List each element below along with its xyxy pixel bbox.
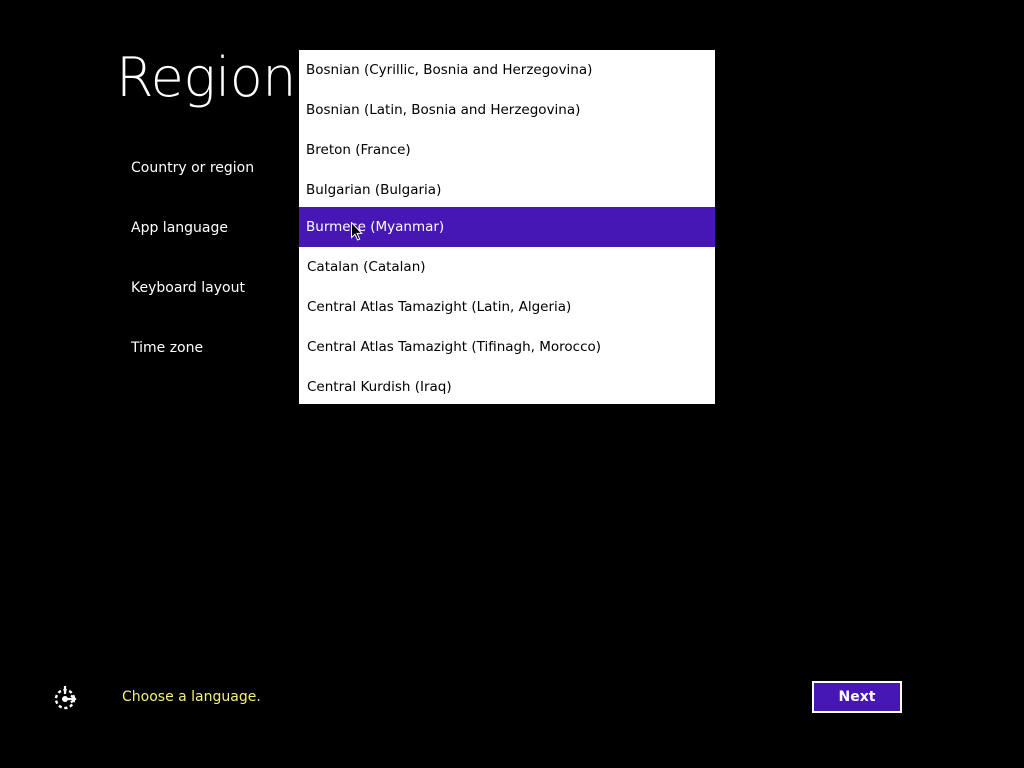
ease-of-access-icon[interactable] bbox=[52, 684, 80, 712]
setup-screen: Region Country or region App language Ke… bbox=[0, 0, 1024, 768]
mouse-pointer-icon bbox=[351, 222, 363, 241]
page-title: Region bbox=[116, 46, 297, 109]
list-item[interactable]: Central Kurdish (Iraq) bbox=[299, 367, 715, 404]
list-item[interactable]: Bosnian (Latin, Bosnia and Herzegovina) bbox=[299, 90, 715, 130]
list-item[interactable]: Bosnian (Cyrillic, Bosnia and Herzegovin… bbox=[299, 50, 715, 90]
list-item[interactable]: Central Atlas Tamazight (Latin, Algeria) bbox=[299, 287, 715, 327]
time-zone-label: Time zone bbox=[131, 340, 204, 356]
list-item[interactable]: Central Atlas Tamazight (Tifinagh, Moroc… bbox=[299, 327, 715, 367]
next-button[interactable]: Next bbox=[812, 681, 902, 713]
list-item[interactable]: Breton (France) bbox=[299, 130, 715, 170]
list-item[interactable]: Bulgarian (Bulgaria) bbox=[299, 170, 715, 210]
list-item[interactable]: Catalan (Catalan) bbox=[299, 247, 715, 287]
status-message: Choose a language. bbox=[122, 689, 261, 705]
country-or-region-label: Country or region bbox=[131, 160, 255, 176]
keyboard-layout-label: Keyboard layout bbox=[131, 280, 245, 296]
app-language-label: App language bbox=[131, 220, 228, 236]
